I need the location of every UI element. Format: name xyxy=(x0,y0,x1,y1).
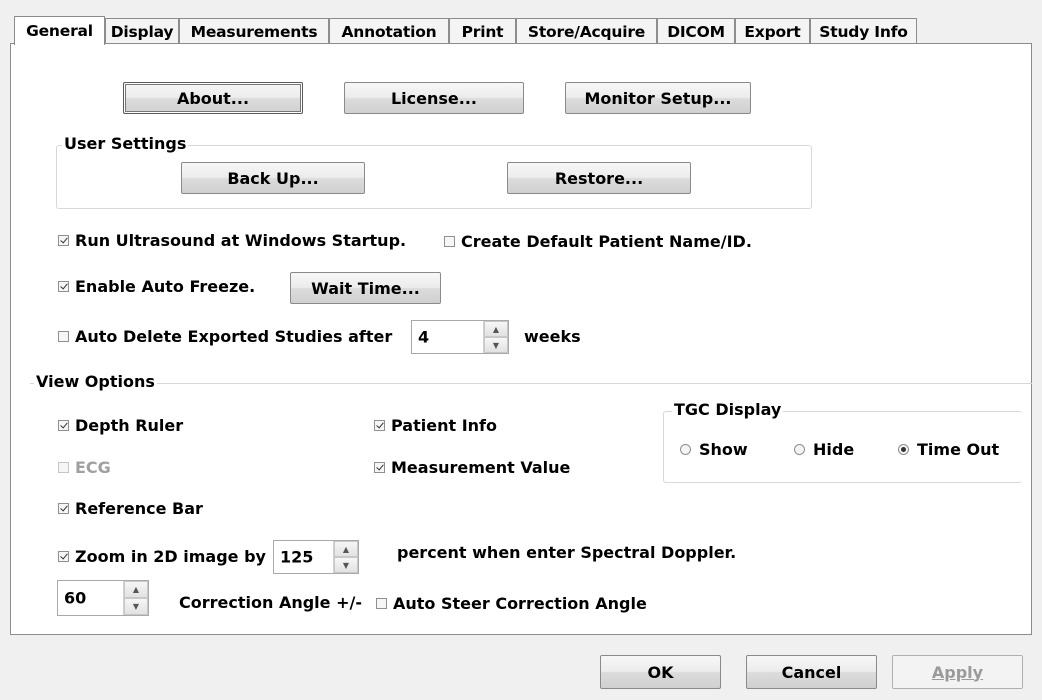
auto-steer-label: Auto Steer Correction Angle xyxy=(393,594,647,613)
reference-bar-checkbox[interactable]: Reference Bar xyxy=(58,499,203,518)
tgc-show-label: Show xyxy=(699,440,748,459)
tgc-hide-label: Hide xyxy=(813,440,855,459)
auto-freeze-label: Enable Auto Freeze. xyxy=(75,277,256,296)
checkbox-checked-icon xyxy=(58,281,69,292)
run-startup-label: Run Ultrasound at Windows Startup. xyxy=(75,231,407,250)
apply-label: Apply xyxy=(931,662,984,682)
ecg-label: ECG xyxy=(75,458,111,477)
view-options-divider xyxy=(30,383,1032,384)
tab-print[interactable]: Print xyxy=(449,18,516,44)
monitor-setup-button[interactable]: Monitor Setup... xyxy=(565,82,751,114)
about-button[interactable]: About... xyxy=(123,82,303,114)
radio-unselected-icon xyxy=(680,444,691,455)
run-startup-checkbox[interactable]: Run Ultrasound at Windows Startup. xyxy=(58,231,406,250)
measurement-value-checkbox[interactable]: Measurement Value xyxy=(374,458,570,477)
spinner-up-icon[interactable]: ▲ xyxy=(334,541,358,557)
auto-freeze-checkbox[interactable]: Enable Auto Freeze. xyxy=(58,277,255,296)
zoom-percent-spinner[interactable]: 125 ▲ ▼ xyxy=(273,540,359,574)
user-settings-title: User Settings xyxy=(62,134,189,153)
checkbox-checked-icon xyxy=(374,420,385,431)
wait-time-button[interactable]: Wait Time... xyxy=(290,272,441,304)
checkbox-checked-icon xyxy=(58,551,69,562)
spinner-down-icon[interactable]: ▼ xyxy=(484,337,508,353)
cancel-button[interactable]: Cancel xyxy=(746,655,877,689)
checkbox-checked-icon xyxy=(58,235,69,246)
spinner-down-icon[interactable]: ▼ xyxy=(124,598,148,615)
tab-display[interactable]: Display xyxy=(105,18,179,44)
view-options-title: View Options xyxy=(34,372,157,391)
checkbox-checked-icon xyxy=(58,420,69,431)
spinner-up-icon[interactable]: ▲ xyxy=(124,581,148,598)
checkbox-unchecked-icon xyxy=(376,598,387,609)
ok-button[interactable]: OK xyxy=(600,655,721,689)
user-settings-group xyxy=(56,145,812,209)
tab-dicom[interactable]: DICOM xyxy=(657,18,735,44)
zoom-percent-value[interactable]: 125 xyxy=(280,548,313,567)
tgc-time-out-radio[interactable]: Time Out xyxy=(898,440,999,459)
apply-button: Apply xyxy=(892,655,1023,689)
tab-annotation[interactable]: Annotation xyxy=(329,18,449,44)
checkbox-unchecked-icon xyxy=(58,331,69,342)
depth-ruler-label: Depth Ruler xyxy=(75,416,184,435)
tab-export[interactable]: Export xyxy=(735,18,810,44)
tab-store-acquire[interactable]: Store/Acquire xyxy=(516,18,657,44)
correction-angle-spinner[interactable]: 60 ▲ ▼ xyxy=(57,580,149,616)
tgc-time-out-label: Time Out xyxy=(917,440,1000,459)
zoom-suffix-label: percent when enter Spectral Doppler. xyxy=(397,543,737,562)
auto-delete-checkbox[interactable]: Auto Delete Exported Studies after xyxy=(58,327,392,346)
license-button[interactable]: License... xyxy=(344,82,524,114)
checkbox-checked-icon xyxy=(374,462,385,473)
zoom-2d-checkbox[interactable]: Zoom in 2D image by xyxy=(58,547,266,566)
create-default-label: Create Default Patient Name/ID. xyxy=(461,232,752,251)
tab-study-info[interactable]: Study Info xyxy=(810,18,917,44)
depth-ruler-checkbox[interactable]: Depth Ruler xyxy=(58,416,183,435)
auto-delete-label: Auto Delete Exported Studies after xyxy=(75,327,393,346)
ecg-checkbox: ECG xyxy=(58,458,111,477)
reference-bar-label: Reference Bar xyxy=(75,499,203,518)
restore-button[interactable]: Restore... xyxy=(507,162,691,194)
weeks-label: weeks xyxy=(524,327,581,346)
tgc-show-radio[interactable]: Show xyxy=(680,440,748,459)
correction-angle-label: Correction Angle +/- xyxy=(179,593,362,612)
spinner-arrows: ▲ ▼ xyxy=(333,541,358,573)
tab-bar: General Display Measurements Annotation … xyxy=(14,16,919,45)
zoom-2d-label: Zoom in 2D image by xyxy=(75,547,266,566)
back-up-button[interactable]: Back Up... xyxy=(181,162,365,194)
tgc-hide-radio[interactable]: Hide xyxy=(794,440,854,459)
radio-unselected-icon xyxy=(794,444,805,455)
create-default-checkbox[interactable]: Create Default Patient Name/ID. xyxy=(444,232,752,251)
spinner-arrows: ▲ ▼ xyxy=(483,321,508,353)
checkbox-disabled-icon xyxy=(58,462,69,473)
auto-delete-weeks-value[interactable]: 4 xyxy=(418,328,429,347)
tab-measurements[interactable]: Measurements xyxy=(179,18,329,44)
tab-general[interactable]: General xyxy=(14,16,105,45)
spinner-up-icon[interactable]: ▲ xyxy=(484,321,508,337)
patient-info-checkbox[interactable]: Patient Info xyxy=(374,416,497,435)
spinner-down-icon[interactable]: ▼ xyxy=(334,557,358,573)
patient-info-label: Patient Info xyxy=(391,416,497,435)
measurement-value-label: Measurement Value xyxy=(391,458,571,477)
checkbox-unchecked-icon xyxy=(444,236,455,247)
auto-delete-weeks-spinner[interactable]: 4 ▲ ▼ xyxy=(411,320,509,354)
tgc-display-title: TGC Display xyxy=(672,400,784,419)
spinner-arrows: ▲ ▼ xyxy=(123,581,148,615)
radio-selected-icon xyxy=(898,444,909,455)
checkbox-checked-icon xyxy=(58,503,69,514)
auto-steer-checkbox[interactable]: Auto Steer Correction Angle xyxy=(376,594,647,613)
correction-angle-value[interactable]: 60 xyxy=(64,589,86,608)
